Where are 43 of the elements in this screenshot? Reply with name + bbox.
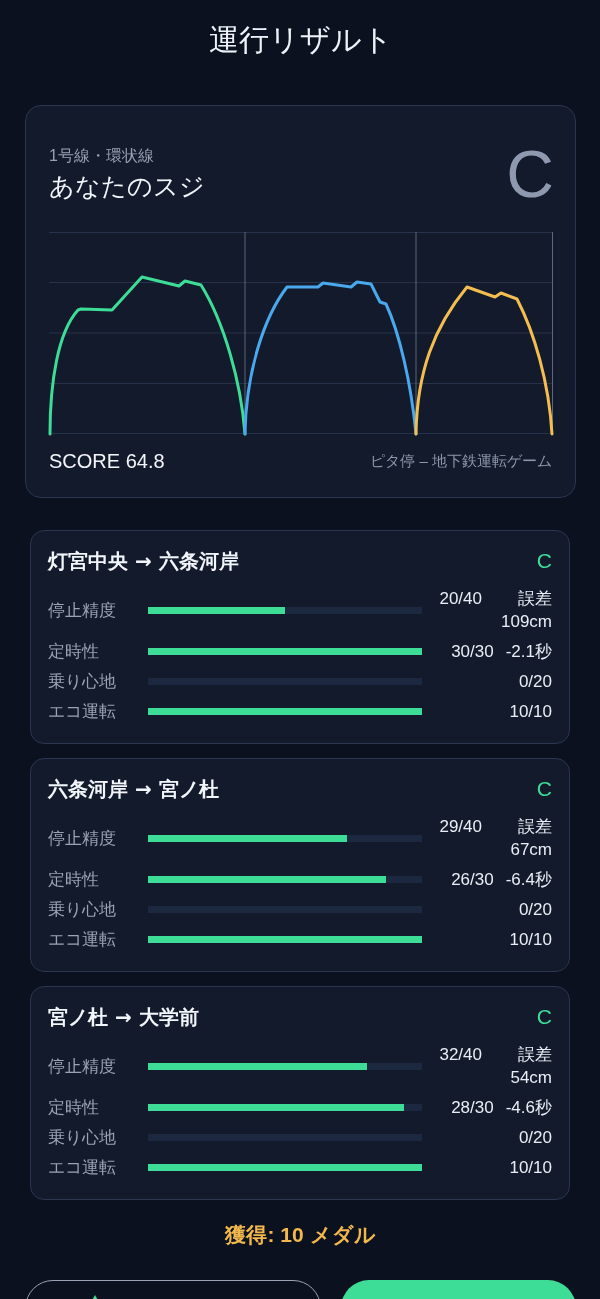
- metric-score: 28/30: [451, 1097, 494, 1119]
- metric-score: 0/20: [518, 671, 552, 693]
- medal-reward: 獲得: 10 メダル: [224, 1222, 377, 1248]
- metric-label: エコ運転: [48, 1157, 117, 1179]
- score-text: SCORE 64.8: [49, 449, 165, 474]
- metric-score: 30/30: [451, 641, 494, 663]
- page-title: 運行リザルト: [207, 22, 394, 58]
- metric-score: 29/40: [439, 816, 482, 838]
- metric-detail: 誤差 67cm: [509, 816, 552, 861]
- metric-label: エコ運転: [48, 701, 117, 723]
- metric-label: 乗り心地: [48, 899, 117, 921]
- route-title: 六条河岸 → 宮ノ杜: [48, 777, 219, 801]
- metric-score: 0/20: [518, 899, 552, 921]
- route-title: 灯宮中央 → 六条河岸: [48, 549, 239, 573]
- metric-label: エコ運転: [48, 929, 117, 951]
- route-title: 宮ノ杜 → 大学前: [48, 1005, 199, 1029]
- metric-score: 32/40: [439, 1044, 482, 1066]
- metric-detail: -4.6秒: [505, 1097, 552, 1119]
- grade-letter: C: [536, 777, 552, 801]
- metric-label: 停止精度: [48, 827, 117, 850]
- metric-detail: -6.4秒: [505, 869, 552, 891]
- metric-score: 20/40: [439, 588, 482, 610]
- metric-detail: 誤差 54cm: [509, 1044, 552, 1089]
- metric-label: 乗り心地: [48, 671, 117, 693]
- summary-heading: あなたのスジ: [49, 171, 205, 202]
- metric-score: 0/20: [518, 1127, 552, 1149]
- metric-detail: -2.1秒: [505, 641, 552, 663]
- metric-label: 停止精度: [48, 599, 117, 622]
- grade-letter: C: [536, 1005, 552, 1029]
- metric-label: 定時性: [48, 869, 100, 891]
- metric-label: 定時性: [48, 641, 100, 663]
- metric-score: 10/10: [509, 1157, 552, 1179]
- metric-label: 乗り心地: [48, 1127, 117, 1149]
- grade-letter: C: [536, 549, 552, 573]
- metric-label: 停止精度: [48, 1055, 117, 1078]
- metric-detail: 誤差 109cm: [499, 588, 552, 633]
- metric-score: 10/10: [509, 929, 552, 951]
- line-name: 1号線・環状線: [49, 146, 154, 166]
- game-credit: ピタ停 – 地下鉄運転ゲーム: [370, 451, 552, 471]
- metric-score: 10/10: [509, 701, 552, 723]
- grade-letter: C: [506, 145, 554, 203]
- metric-score: 26/30: [451, 869, 494, 891]
- metric-label: 定時性: [48, 1097, 100, 1119]
